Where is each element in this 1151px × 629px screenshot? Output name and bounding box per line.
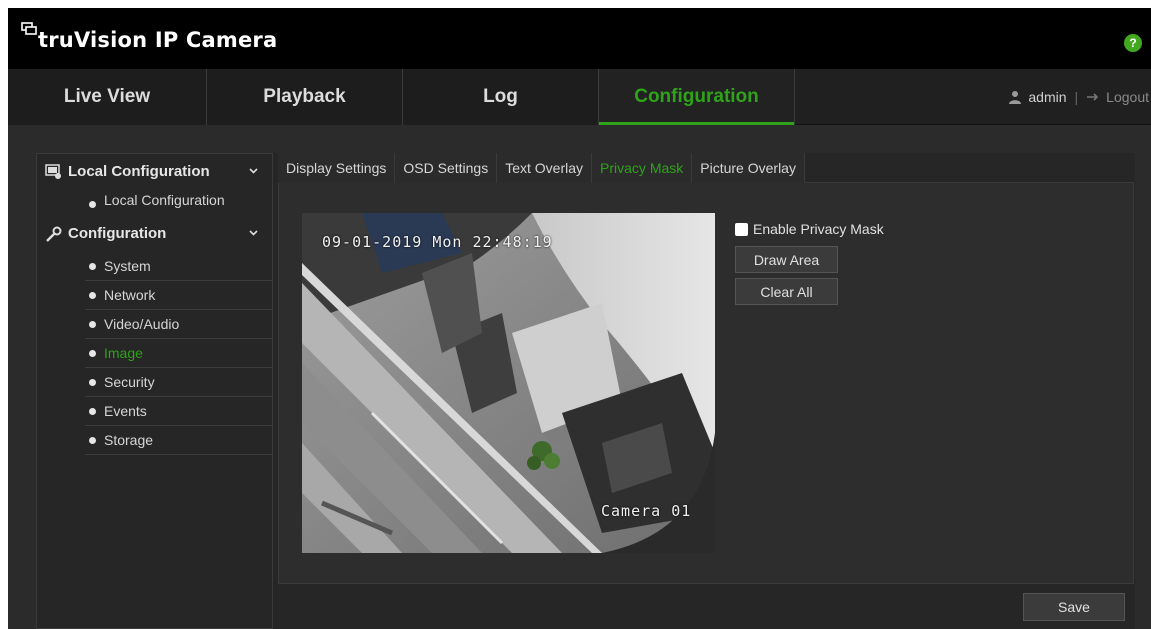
subtab-display-settings[interactable]: Display Settings xyxy=(278,153,396,183)
sidebar-item-label: Image xyxy=(104,345,143,361)
sidebar-item-label: Network xyxy=(104,287,156,303)
sidebar-item-security[interactable]: Security xyxy=(85,368,272,397)
help-button[interactable]: ? xyxy=(1124,34,1142,52)
logout-link[interactable]: Logout xyxy=(1106,69,1149,125)
logo-camera-icon xyxy=(21,22,37,35)
sidebar-item-system[interactable]: System xyxy=(85,252,272,281)
logo: truVision IP Camera xyxy=(21,20,277,60)
subtab-privacy-mask[interactable]: Privacy Mask xyxy=(592,153,693,183)
clear-all-button[interactable]: Clear All xyxy=(735,278,838,305)
sidebar-item-label: Security xyxy=(104,374,155,390)
enable-privacy-mask-label: Enable Privacy Mask xyxy=(753,221,884,237)
privacy-mask-panel: 09-01-2019 Mon 22:48:19 Camera 01 Enable… xyxy=(278,183,1134,584)
subtab-text-overlay[interactable]: Text Overlay xyxy=(497,153,593,183)
chevron-down-icon xyxy=(249,168,258,174)
local-config-icon xyxy=(45,164,61,179)
sidebar-item-image[interactable]: Image xyxy=(85,339,272,368)
osd-camera-name: Camera 01 xyxy=(601,502,692,520)
subtab-osd-settings[interactable]: OSD Settings xyxy=(395,153,498,183)
sidebar-section-title: Configuration xyxy=(68,225,167,242)
logout-icon[interactable] xyxy=(1086,91,1102,103)
user-area: admin | Logout xyxy=(1008,69,1151,125)
save-button[interactable]: Save xyxy=(1023,593,1125,621)
enable-privacy-mask-checkbox[interactable] xyxy=(735,222,748,236)
sidebar-item-video-audio[interactable]: Video/Audio xyxy=(85,310,272,339)
username: admin xyxy=(1028,89,1067,105)
enable-privacy-mask-row: Enable Privacy Mask xyxy=(735,221,935,237)
sidebar: Local Configuration Local Configuration … xyxy=(36,153,273,629)
tab-configuration[interactable]: Configuration xyxy=(599,69,795,125)
sidebar-item-label: Storage xyxy=(104,432,154,448)
sidebar-item-local-configuration[interactable]: Local Configuration xyxy=(85,190,272,216)
draw-area-button[interactable]: Draw Area xyxy=(735,246,838,273)
sidebar-item-label: Events xyxy=(104,403,147,419)
sidebar-section-title: Local Configuration xyxy=(68,163,210,180)
tab-log[interactable]: Log xyxy=(403,69,599,125)
header-bar: truVision IP Camera ? xyxy=(8,8,1151,69)
wrench-icon xyxy=(46,226,62,242)
sidebar-section-local-configuration[interactable]: Local Configuration xyxy=(37,154,272,190)
user-separator: | xyxy=(1074,89,1079,105)
logo-text: truVision IP Camera xyxy=(38,28,278,52)
sidebar-item-network[interactable]: Network xyxy=(85,281,272,310)
sidebar-item-label: System xyxy=(104,258,151,274)
sidebar-item-events[interactable]: Events xyxy=(85,397,272,426)
sidebar-item-label: Video/Audio xyxy=(104,316,180,332)
tab-live-view[interactable]: Live View xyxy=(8,69,207,125)
osd-timestamp: 09-01-2019 Mon 22:48:19 xyxy=(322,233,553,251)
user-icon xyxy=(1009,91,1022,104)
tab-playback[interactable]: Playback xyxy=(207,69,403,125)
privacy-mask-controls: Enable Privacy Mask Draw Area Clear All xyxy=(735,221,935,305)
app-window: truVision IP Camera ? Live View Playback… xyxy=(8,8,1151,629)
chevron-down-icon xyxy=(249,230,258,236)
sidebar-item-label: Local Configuration xyxy=(104,192,225,208)
sidebar-section-configuration[interactable]: Configuration xyxy=(37,216,272,252)
subtab-picture-overlay[interactable]: Picture Overlay xyxy=(692,153,805,183)
content-area: Display Settings OSD Settings Text Overl… xyxy=(273,153,1135,629)
video-preview[interactable]: 09-01-2019 Mon 22:48:19 Camera 01 xyxy=(302,213,715,553)
image-subtabs: Display Settings OSD Settings Text Overl… xyxy=(278,153,1134,183)
main-nav: Live View Playback Log Configuration adm… xyxy=(8,69,1151,125)
sidebar-item-storage[interactable]: Storage xyxy=(85,426,272,455)
